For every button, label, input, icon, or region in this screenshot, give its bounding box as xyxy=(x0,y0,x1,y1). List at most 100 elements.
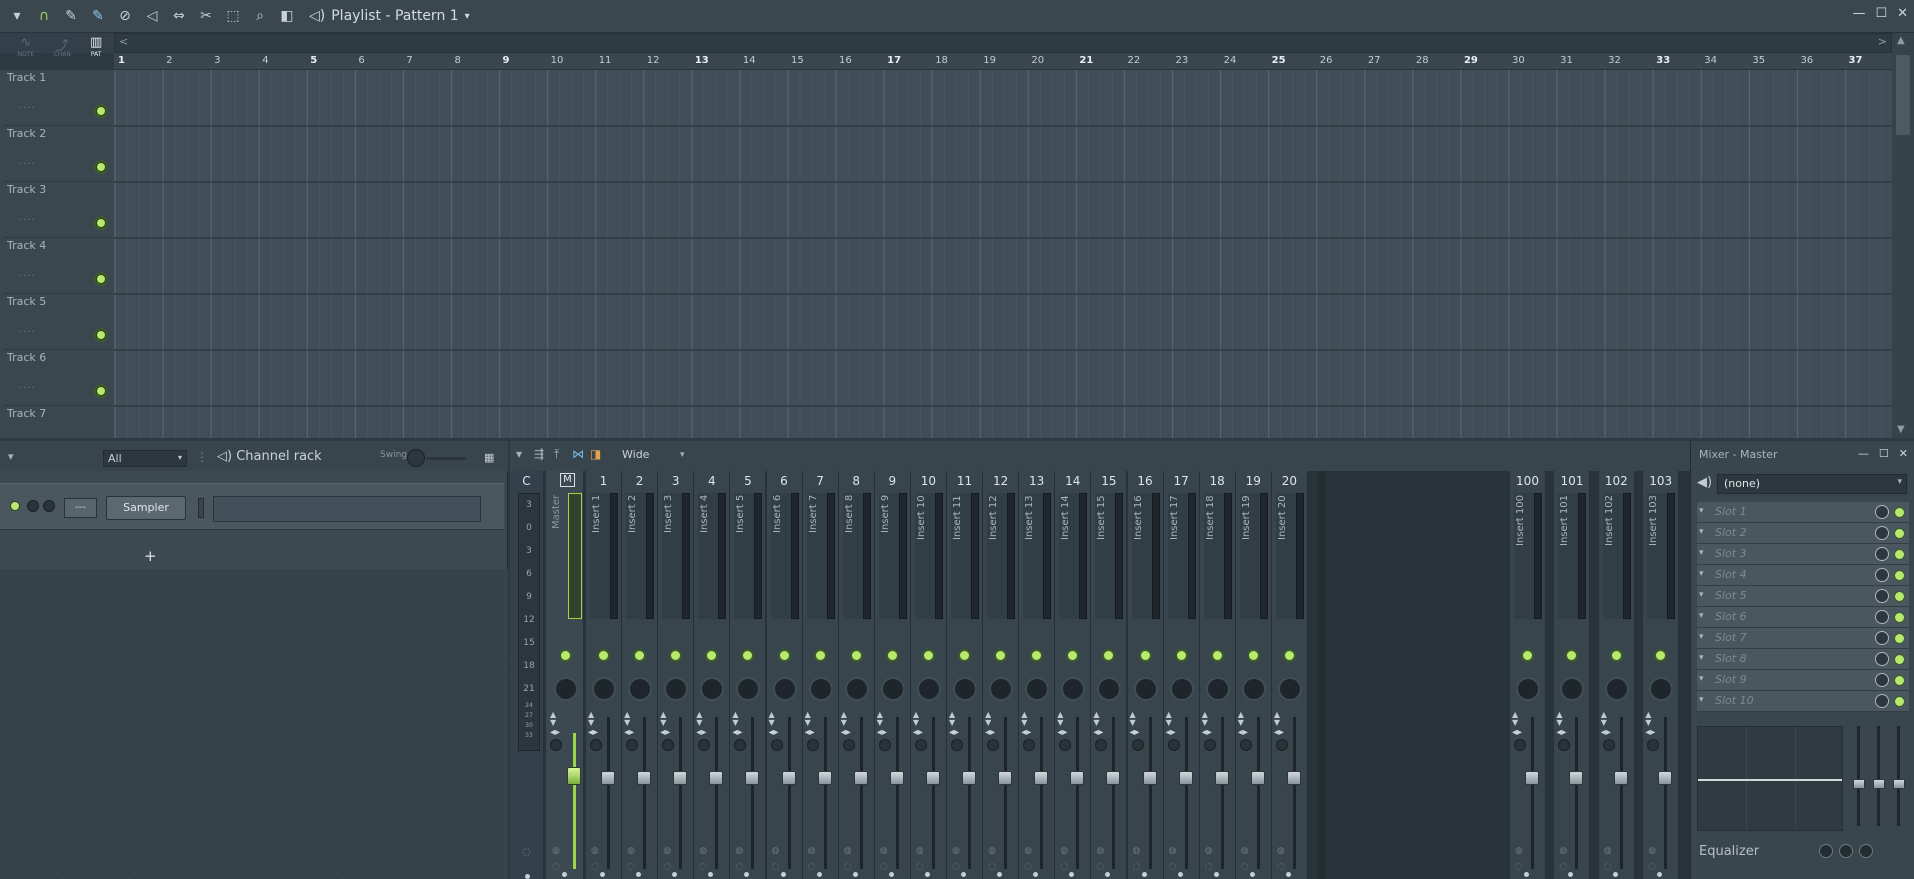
arrows-icon[interactable]: ▲ ▼ xyxy=(877,711,883,727)
track-header[interactable]: Track 2.... xyxy=(4,126,112,182)
insert-led[interactable] xyxy=(1176,651,1186,660)
route-dot[interactable] xyxy=(1568,872,1574,877)
insert-pan-knob[interactable] xyxy=(1277,677,1302,701)
slot-enable-led[interactable] xyxy=(1895,571,1904,580)
insert-led[interactable] xyxy=(1567,651,1577,660)
slot-mix-knob[interactable] xyxy=(1875,694,1889,708)
channel-filter-select[interactable]: All ▾ xyxy=(103,450,187,467)
slot-mix-knob[interactable] xyxy=(1875,547,1889,561)
phase-icon[interactable]: ◍ xyxy=(627,846,635,856)
stereo-knob[interactable] xyxy=(1239,739,1252,751)
insert-pan-knob[interactable] xyxy=(916,677,941,701)
insert-fader[interactable] xyxy=(637,771,652,785)
track-header[interactable]: Track 3.... xyxy=(4,182,112,238)
volume-knob[interactable] xyxy=(27,500,39,512)
insert-strip[interactable]: 15 Insert 15 ▲ ▼ ◂▸ ◍ ◌ xyxy=(1091,471,1128,879)
insert-pan-knob[interactable] xyxy=(953,677,977,701)
view-icon[interactable]: ⋈ xyxy=(572,447,584,461)
swap-lr-icon[interactable]: ◌ xyxy=(1559,862,1567,872)
menu-arrow-icon[interactable]: ▾ xyxy=(8,450,14,463)
arrows-icon[interactable]: ▲ ▼ xyxy=(1238,711,1244,727)
slot-mix-knob[interactable] xyxy=(1875,610,1889,624)
step-sequencer-area[interactable] xyxy=(213,496,481,522)
insert-led[interactable] xyxy=(923,651,933,660)
insert-pan-knob[interactable] xyxy=(1560,677,1585,701)
insert-pan-knob[interactable] xyxy=(1649,677,1674,701)
scroll-up-icon[interactable]: ▲ xyxy=(1897,35,1905,46)
insert-pan-knob[interactable] xyxy=(1097,677,1122,701)
route-dot[interactable] xyxy=(924,872,930,877)
stereo-knob[interactable] xyxy=(1275,739,1288,751)
insert-fader[interactable] xyxy=(601,771,615,785)
track-grip[interactable]: .... xyxy=(19,380,36,391)
swap-icon[interactable]: ◂▸ xyxy=(877,727,887,738)
stereo-knob[interactable] xyxy=(698,739,711,751)
swap-lr-icon[interactable]: ◌ xyxy=(844,862,852,872)
phase-icon[interactable]: ◍ xyxy=(772,846,780,856)
route-dot[interactable] xyxy=(1612,872,1618,877)
insert-strip[interactable]: 16 Insert 16 ▲ ▼ ◂▸ ◍ ◌ xyxy=(1127,471,1164,879)
insert-strip[interactable]: 5 Insert 5 ▲ ▼ ◂▸ ◍ ◌ xyxy=(730,471,767,879)
slot-enable-led[interactable] xyxy=(1895,655,1904,664)
arrows-icon[interactable]: ▲ ▼ xyxy=(1021,711,1027,727)
stereo-knob[interactable] xyxy=(951,739,963,751)
menu-arrow-icon[interactable]: ▾ xyxy=(516,447,522,461)
arrows-icon[interactable]: ▲ ▼ xyxy=(1601,711,1607,727)
swap-lr-icon[interactable]: ◌ xyxy=(1169,862,1177,872)
insert-strip[interactable]: 100 Insert 100 ▲ ▼ ◂▸ ◍ ◌ xyxy=(1510,471,1546,879)
menu-arrow-icon[interactable]: ▾ xyxy=(6,5,28,27)
insert-fader[interactable] xyxy=(673,771,688,785)
arrows-icon[interactable]: ▲ ▼ xyxy=(949,711,955,727)
mixer-mode-label[interactable]: Wide xyxy=(622,448,649,461)
swap-lr-icon[interactable]: ◌ xyxy=(1133,862,1141,872)
stereo-knob[interactable] xyxy=(1647,739,1660,751)
effect-slot[interactable]: ▾ Slot 5 xyxy=(1697,586,1909,607)
swap-lr-icon[interactable]: ◌ xyxy=(808,862,816,872)
insert-fader[interactable] xyxy=(1286,771,1301,785)
chevron-down-icon[interactable]: ▾ xyxy=(1699,674,1704,684)
insert-strip[interactable]: 11 Insert 11 ▲ ▼ ◂▸ ◍ ◌ xyxy=(947,471,983,879)
swing-knob[interactable] xyxy=(407,449,425,467)
stereo-knob[interactable] xyxy=(878,739,891,751)
swap-lr-icon[interactable]: ◌ xyxy=(1060,862,1068,872)
eq-fader-low[interactable] xyxy=(1853,779,1865,789)
insert-led[interactable] xyxy=(1104,651,1114,660)
arrows-icon[interactable]: ▲ ▼ xyxy=(1202,711,1208,727)
insert-fader[interactable] xyxy=(817,771,832,785)
swap-lr-icon[interactable]: ◌ xyxy=(1024,862,1032,872)
track-grip[interactable]: .... xyxy=(19,268,36,279)
phase-icon[interactable]: ◍ xyxy=(552,846,560,856)
maximize-icon[interactable]: ☐ xyxy=(1879,447,1889,460)
insert-fader[interactable] xyxy=(853,771,868,785)
insert-pan-knob[interactable] xyxy=(700,677,725,701)
swap-lr-icon[interactable]: ◌ xyxy=(916,862,924,872)
swap-icon[interactable]: ◂▸ xyxy=(1238,727,1248,738)
add-channel-button[interactable]: + xyxy=(144,547,157,565)
effect-slot[interactable]: ▾ Slot 2 xyxy=(1697,523,1909,544)
insert-fader[interactable] xyxy=(781,771,796,785)
route-dot[interactable] xyxy=(600,872,605,877)
effect-slot[interactable]: ▾ Slot 1 xyxy=(1697,502,1909,523)
playlist-title[interactable]: ◁) Playlist - Pattern 1 ▾ xyxy=(309,8,470,24)
phase-icon[interactable]: ◍ xyxy=(699,846,707,856)
route-dot[interactable] xyxy=(780,872,786,877)
insert-strip[interactable]: 1 Insert 1 ▲ ▼ ◂▸ ◍ ◌ xyxy=(586,471,622,879)
arrows-icon[interactable]: ▲ ▼ xyxy=(1274,711,1280,727)
stereo-knob[interactable] xyxy=(1023,739,1036,751)
insert-led[interactable] xyxy=(815,651,825,660)
swap-lr-icon[interactable]: ◌ xyxy=(663,862,671,872)
swap-lr-icon[interactable]: ◌ xyxy=(1096,862,1104,872)
insert-led[interactable] xyxy=(1248,651,1258,660)
minimize-icon[interactable]: — xyxy=(1858,447,1869,460)
master-led[interactable] xyxy=(561,651,570,660)
chevron-down-icon[interactable]: ▾ xyxy=(1699,695,1704,705)
phase-icon[interactable]: ◍ xyxy=(952,846,960,856)
speaker-icon[interactable]: ◀) xyxy=(1697,475,1712,490)
insert-pan-knob[interactable] xyxy=(1205,677,1230,701)
effect-slot[interactable]: ▾ Slot 3 xyxy=(1697,544,1909,565)
insert-led[interactable] xyxy=(1212,651,1222,660)
insert-fader[interactable] xyxy=(1525,771,1539,785)
insert-led[interactable] xyxy=(1523,651,1532,660)
stereo-knob[interactable] xyxy=(1095,739,1108,751)
arrows-icon[interactable]: ▲ ▼ xyxy=(624,711,630,727)
